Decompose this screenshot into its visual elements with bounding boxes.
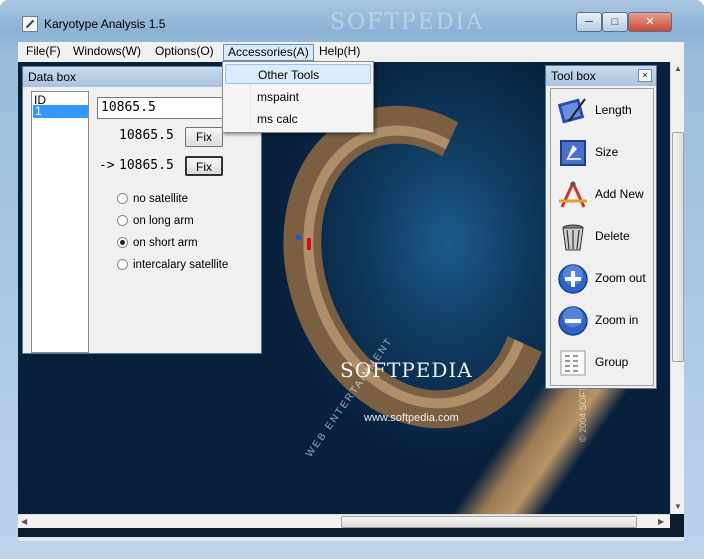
ruler-pen-icon — [557, 98, 586, 124]
scroll-left-icon[interactable]: ◀ — [21, 517, 27, 526]
menu-accessories[interactable]: Accessories(A) — [223, 44, 314, 61]
tool-length[interactable]: Length — [557, 93, 653, 129]
scroll-down-icon[interactable]: ▼ — [674, 502, 682, 511]
tool-delete[interactable]: Delete — [557, 219, 653, 255]
island-tail — [438, 382, 628, 514]
title-bar[interactable]: Karyotype Analysis 1.5 SOFTPEDIA ─ □ ✕ — [0, 0, 704, 40]
size-measure-icon — [560, 140, 586, 166]
blue-marker — [296, 235, 301, 240]
maximize-button[interactable]: □ — [602, 12, 628, 32]
tool-label: Zoom out — [595, 271, 646, 285]
menu-item-other-tools[interactable]: Other Tools — [225, 64, 371, 84]
compass-drafting-icon — [559, 181, 587, 208]
window-title: Karyotype Analysis 1.5 — [44, 17, 166, 31]
menu-windows[interactable]: Windows(W) — [69, 44, 145, 61]
horizontal-scroll-thumb[interactable] — [341, 516, 637, 528]
tool-list: Length Size Add New Delete Zoom out Zoom… — [550, 88, 654, 386]
tool-label: Group — [595, 355, 629, 369]
fix-button-1[interactable]: Fix — [185, 127, 223, 147]
tool-box-close-button[interactable]: × — [638, 69, 652, 82]
app-window: Karyotype Analysis 1.5 SOFTPEDIA ─ □ ✕ F… — [0, 0, 704, 559]
tool-zoom-in[interactable]: Zoom in — [557, 303, 653, 339]
minimize-button[interactable]: ─ — [576, 12, 602, 32]
group-grid-icon — [560, 350, 586, 376]
window-bottom-border — [18, 537, 684, 541]
vertical-scroll-thumb[interactable] — [672, 132, 684, 362]
radio-circle[interactable] — [117, 193, 128, 204]
tool-label: Delete — [595, 229, 630, 243]
close-button[interactable]: ✕ — [628, 12, 672, 32]
scroll-up-icon[interactable]: ▲ — [674, 64, 682, 73]
plus-circle-icon — [558, 264, 588, 294]
tool-label: Length — [595, 103, 632, 117]
arrow-prefix: -> — [99, 158, 115, 173]
fix-button-2[interactable]: Fix — [185, 156, 223, 176]
tool-size[interactable]: Size — [557, 135, 653, 171]
id-list-row-selected[interactable]: 1 — [33, 105, 88, 118]
tool-zoom-out[interactable]: Zoom out — [557, 261, 653, 297]
value-readout-1: 10865.5 — [119, 128, 174, 143]
radio-label: on short arm — [133, 237, 198, 249]
radio-label: no satellite — [133, 193, 188, 205]
tool-box-panel: Tool box × Length Size Add New Delete Zo… — [545, 65, 657, 389]
tool-label: Size — [595, 145, 619, 159]
vertical-scrollbar[interactable]: ▲ ▼ — [670, 62, 684, 514]
tool-label: Add New — [595, 187, 644, 201]
scroll-right-icon[interactable]: ▶ — [658, 517, 664, 526]
radio-circle-checked[interactable] — [117, 237, 128, 248]
menu-item-mspaint[interactable]: mspaint — [225, 87, 371, 107]
title-watermark: SOFTPEDIA — [330, 10, 485, 35]
radio-circle[interactable] — [117, 259, 128, 270]
minus-circle-icon — [558, 306, 588, 336]
horizontal-scrollbar[interactable]: ◀ ▶ — [18, 514, 670, 528]
menu-file[interactable]: File(F) — [22, 44, 65, 61]
radio-label: on long arm — [133, 215, 194, 227]
menu-item-ms-calc[interactable]: ms calc — [225, 109, 371, 129]
radio-label: intercalary satellite — [133, 259, 229, 271]
tool-group[interactable]: Group — [557, 345, 653, 381]
trash-bin-icon — [562, 224, 584, 251]
value-readout-2: 10865.5 — [119, 158, 174, 173]
red-marker — [307, 238, 311, 250]
menu-help[interactable]: Help(H) — [315, 44, 364, 61]
tool-add-new[interactable]: Add New — [557, 177, 653, 213]
menu-bar: File(F) Windows(W) Options(O) Accessorie… — [18, 42, 684, 62]
menu-options[interactable]: Options(O) — [151, 44, 218, 61]
accessories-dropdown-menu: Other Tools mspaint ms calc — [222, 61, 374, 133]
image-url-text: www.softpedia.com — [364, 412, 459, 424]
id-list[interactable]: ID 1 — [31, 91, 89, 353]
app-icon[interactable] — [22, 16, 38, 32]
tool-label: Zoom in — [595, 313, 639, 327]
radio-circle[interactable] — [117, 215, 128, 226]
